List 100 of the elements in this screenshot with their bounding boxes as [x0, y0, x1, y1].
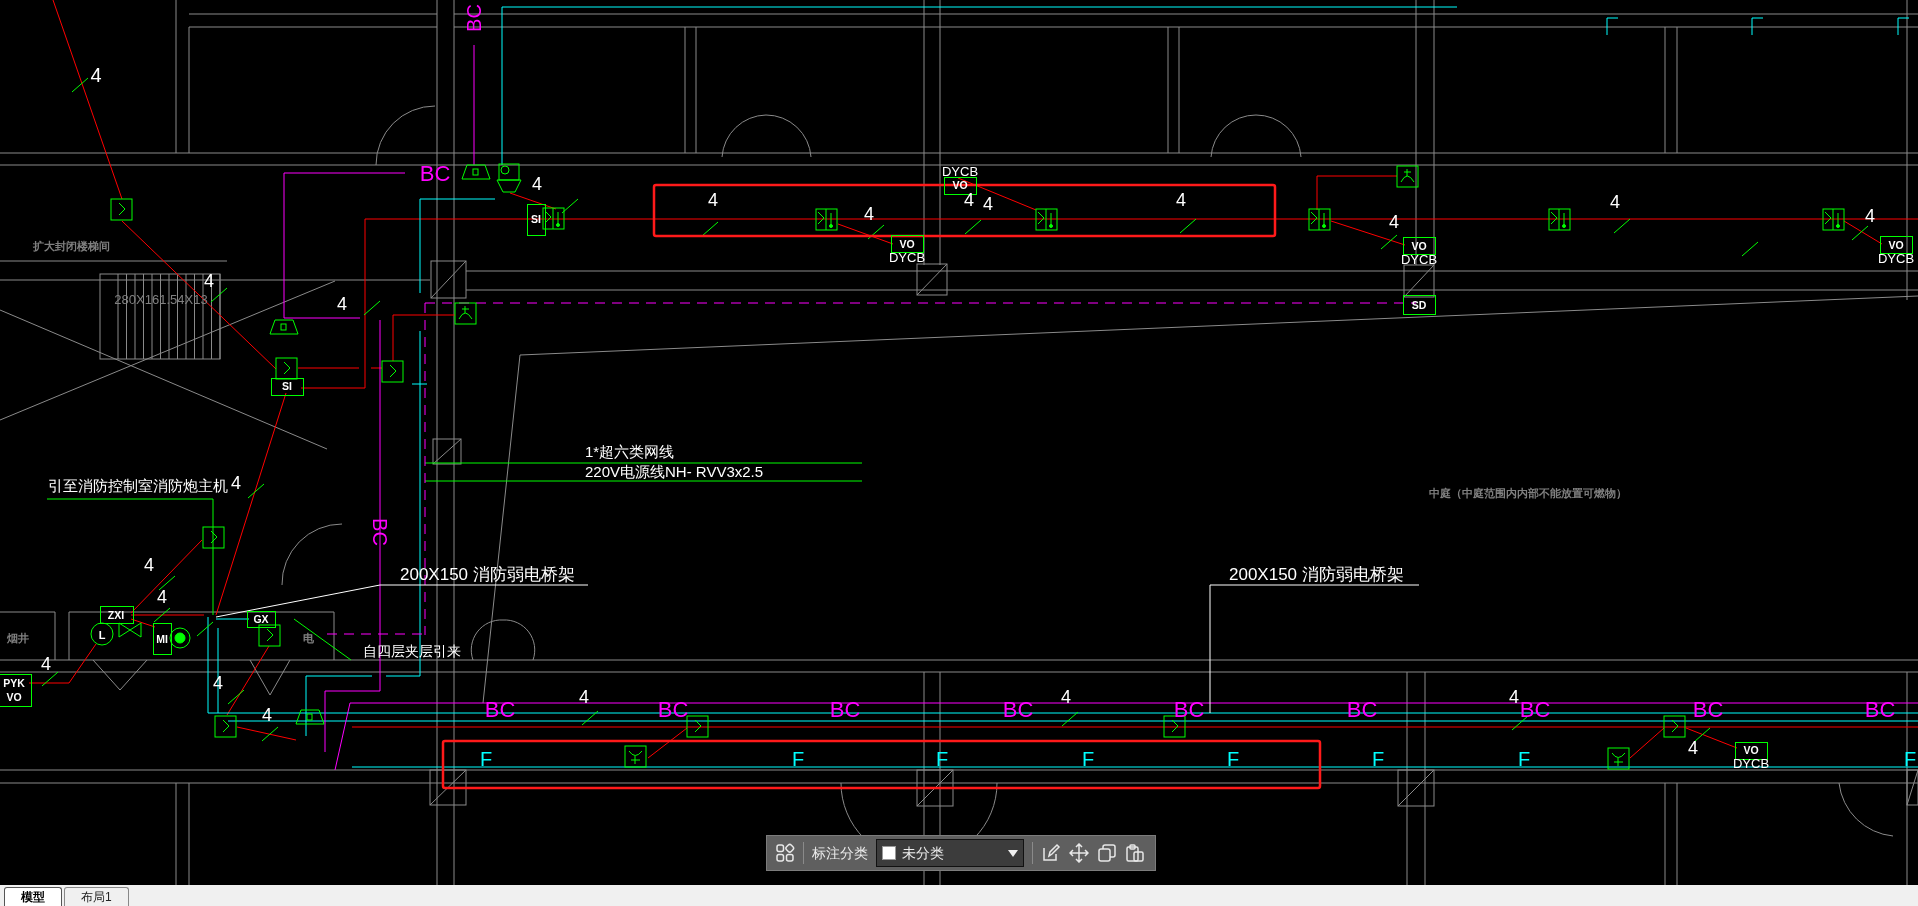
- alarm-symbol-icon: [496, 163, 522, 193]
- drawing-label: DYCB: [941, 163, 979, 179]
- socket-box-icon: [454, 302, 477, 325]
- drawing-label: 电: [302, 632, 314, 644]
- drawing-label: L: [98, 629, 106, 641]
- drawing-label: 4: [864, 204, 874, 224]
- zigzag-box-icon: [258, 624, 281, 647]
- drawing-label: 4: [90, 64, 102, 86]
- zigzag-box-icon: [381, 360, 404, 383]
- drawing-label: F: [1226, 748, 1240, 770]
- tag-outline: [1880, 236, 1913, 254]
- drawing-label: 200X150 消防弱电桥架: [1229, 564, 1404, 584]
- drawing-label: BC: [484, 696, 516, 722]
- module-box-icon: [542, 207, 565, 230]
- layout-tab[interactable]: 布局1: [64, 887, 129, 906]
- valve-icon: [118, 622, 142, 638]
- drawing-label: 4: [964, 190, 974, 210]
- socket-box-icon: [1396, 165, 1419, 188]
- speaker-symbol-icon: [295, 709, 325, 725]
- drawing-label: F: [1517, 748, 1531, 770]
- paste-icon[interactable]: [1125, 843, 1145, 863]
- zigzag-box-icon: [686, 715, 709, 738]
- drawing-label: F: [1371, 748, 1385, 770]
- drawing-label: DYCB: [888, 249, 926, 265]
- drawing-label: BC: [1002, 696, 1034, 722]
- zigzag-box-icon: [214, 715, 237, 738]
- drawing-label: BC: [1692, 696, 1724, 722]
- drawing-label: F: [791, 748, 805, 770]
- tag-outline: [247, 611, 276, 628]
- module-box-icon: [815, 208, 838, 231]
- drawing-label: 4: [532, 174, 542, 194]
- drawing-label: GX: [253, 613, 269, 625]
- module-box-icon: [1308, 208, 1331, 231]
- drawing-label: SI: [531, 213, 541, 225]
- antenna-box-icon: [1607, 747, 1630, 770]
- zigzag-box-icon: [110, 198, 133, 221]
- drawing-label: 4: [579, 687, 589, 707]
- drawing-label: DYCB: [1732, 755, 1770, 771]
- drawing-label: SI: [282, 380, 292, 392]
- antenna-box-icon: [624, 745, 647, 768]
- drawing-label: 扩大封闭楼梯间: [32, 240, 110, 252]
- drawing-label: VO: [1411, 240, 1427, 252]
- drawing-label: 4: [1061, 687, 1071, 707]
- tag-outline: [1403, 237, 1436, 255]
- speaker-symbol-icon: [269, 319, 299, 335]
- drawing-label: 4: [1865, 206, 1875, 226]
- drawing-label: DYCB: [1877, 250, 1915, 266]
- fan-symbol-icon: [169, 627, 191, 649]
- drawing-label: 4: [708, 190, 718, 210]
- layout-tab[interactable]: 模型: [4, 887, 62, 906]
- drawing-label: SD: [1411, 299, 1427, 311]
- drawing-label: 4: [157, 587, 167, 607]
- circle-outline: [90, 622, 114, 646]
- drawing-label: 4: [1509, 687, 1519, 707]
- drawing-label: F: [935, 748, 949, 770]
- drawing-label: 自四层夹层引来: [363, 643, 461, 659]
- drawing-label: 4: [204, 271, 214, 291]
- drawing-label: 引至消防控制室消防炮主机: [48, 476, 228, 494]
- drawing-label: F: [1081, 748, 1095, 770]
- drawing-label: 220V电源线NH- RVV3x2.5: [585, 462, 764, 480]
- drawing-label: VO: [1743, 744, 1759, 756]
- edit-icon[interactable]: [1041, 843, 1061, 863]
- drawing-label: F: [479, 748, 493, 770]
- drawing-label: MI: [156, 633, 168, 645]
- drawing-label: PYK: [3, 677, 25, 689]
- drawing-label: 4: [1176, 190, 1186, 210]
- drawing-label: VO: [6, 691, 22, 703]
- category-dropdown[interactable]: 未分类: [876, 839, 1024, 867]
- grid-icon[interactable]: [775, 843, 795, 863]
- drawing-label: ZXI: [107, 609, 125, 621]
- drawing-label: F: [1903, 748, 1917, 770]
- drawing-label: BC: [463, 4, 485, 32]
- drawing-label: 4: [983, 194, 993, 214]
- tag-outline: [100, 606, 134, 624]
- drawing-label: 4: [337, 294, 347, 314]
- drawing-label: DYCB: [1400, 251, 1438, 267]
- drawing-label: 4: [41, 654, 51, 674]
- drawing-label: BC: [369, 518, 391, 546]
- drawing-label: 4: [231, 473, 241, 493]
- drawing-label: BC: [657, 696, 689, 722]
- tag-outline: [1403, 295, 1436, 315]
- drawing-label: BC: [1173, 696, 1205, 722]
- drawing-label: 4: [1688, 738, 1698, 758]
- tag-outline: [0, 674, 32, 707]
- drawing-label: 4: [213, 673, 223, 693]
- drawing-label: 中庭（中庭范围内内部不能放置可燃物）: [1429, 487, 1627, 499]
- zigzag-box-icon: [1663, 715, 1686, 738]
- caret-icon: [1008, 849, 1018, 857]
- copy-icon[interactable]: [1097, 843, 1117, 863]
- tag-outline: [891, 235, 924, 253]
- move-icon[interactable]: [1069, 843, 1089, 863]
- drawing-label: 4: [1610, 192, 1620, 212]
- drawing-label: 1*超六类网线: [585, 442, 675, 460]
- module-box-icon: [1035, 208, 1058, 231]
- drawing-label: BC: [1864, 696, 1896, 722]
- module-box-icon: [1822, 208, 1845, 231]
- tag-outline: [1735, 742, 1768, 760]
- module-box-icon: [1548, 208, 1571, 231]
- drawing-label: BC: [419, 160, 451, 186]
- drawing-label: VO: [1888, 239, 1904, 251]
